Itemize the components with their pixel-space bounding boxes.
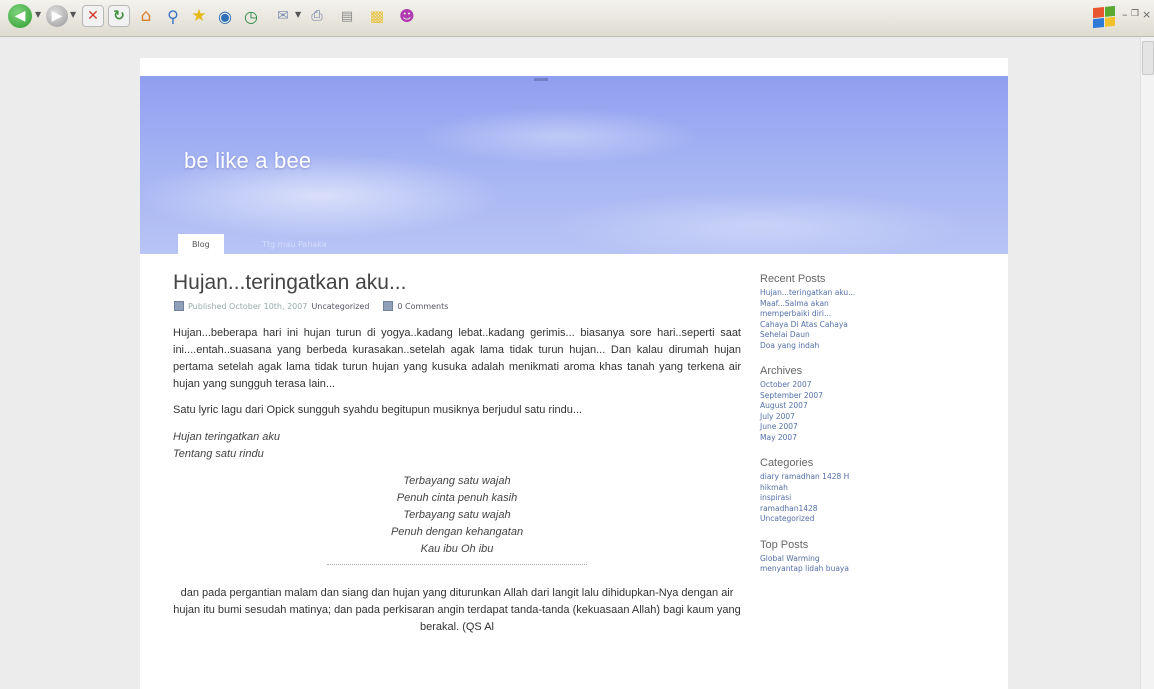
blog-page: be like a bee Blog Ttg mau Pahaka Hujan.… <box>140 58 1008 689</box>
sidebar-heading-top-posts: Top Posts <box>760 538 809 551</box>
folder-icon[interactable]: ▩ <box>366 5 388 27</box>
blog-header: be like a bee Blog Ttg mau Pahaka <box>140 76 1008 254</box>
scrollbar-thumb[interactable] <box>1142 41 1154 75</box>
favorites-icon[interactable]: ★ <box>188 5 210 27</box>
recent-post-link[interactable]: memperbaiki diri... <box>760 309 940 320</box>
poem-line: Hujan teringatkan aku <box>173 431 281 443</box>
print-icon[interactable]: ⎙ <box>306 5 328 27</box>
post-category-link[interactable]: Uncategorized <box>311 302 369 311</box>
category-link[interactable]: hikmah <box>760 483 940 494</box>
poem-line: Terbayang satu wajah <box>403 509 511 521</box>
recent-post-link[interactable]: Hujan...teringatkan aku... <box>760 288 940 299</box>
top-posts-list: Global Warming menyantap lidah buaya <box>760 554 940 575</box>
post-paragraph: Hujan...beberapa hari ini hujan turun di… <box>173 327 741 390</box>
nav-tab-blog[interactable]: Blog <box>178 234 224 254</box>
archive-link[interactable]: June 2007 <box>760 422 940 433</box>
stop-icon[interactable]: ✕ <box>82 5 104 27</box>
close-icon[interactable]: × <box>1142 8 1151 21</box>
recent-post-link[interactable]: Doa yang indah <box>760 341 940 352</box>
media-icon[interactable]: ◉ <box>214 5 236 27</box>
minimize-icon[interactable]: – <box>1122 8 1128 21</box>
category-link[interactable]: ramadhan1428 <box>760 504 940 515</box>
sidebar-heading-archives: Archives <box>760 365 803 377</box>
comments-icon <box>383 301 394 311</box>
recent-post-link[interactable]: Cahaya Di Atas Cahaya <box>760 320 940 331</box>
archive-link[interactable]: July 2007 <box>760 412 940 423</box>
mail-icon[interactable]: ✉ <box>272 5 294 27</box>
poem-line: Penuh dengan kehangatan <box>390 526 524 538</box>
post-paragraph: Satu lyric lagu dari Opick sungguh syahd… <box>173 404 583 416</box>
archive-link[interactable]: May 2007 <box>760 433 940 444</box>
top-post-link[interactable]: Global Warming <box>760 554 940 565</box>
poem-divider <box>327 564 587 565</box>
home-icon[interactable]: ⌂ <box>135 5 157 27</box>
poem-line: Kau ibu Oh ibu <box>420 543 494 555</box>
sidebar-heading-categories: Categories <box>760 457 814 469</box>
poem-line: Penuh cinta penuh kasih <box>396 492 518 504</box>
post-paragraph: dan pada pergantian malam dan siang dan … <box>173 587 741 633</box>
calendar-icon <box>174 301 184 311</box>
post-comments-link[interactable]: 0 Comments <box>397 302 448 311</box>
recent-post-link[interactable]: Maaf...Salma akan <box>760 299 940 310</box>
archive-link[interactable]: September 2007 <box>760 391 940 402</box>
poem-verse: Terbayang satu wajah Penuh cinta penuh k… <box>173 473 741 558</box>
poem-line: Terbayang satu wajah <box>403 475 511 487</box>
search-icon[interactable]: ⚲ <box>162 5 184 27</box>
recent-post-link[interactable]: Sehelai Daun <box>760 330 940 341</box>
post-content: Hujan...beberapa hari ini hujan turun di… <box>173 325 741 636</box>
archive-link[interactable]: October 2007 <box>760 380 940 391</box>
refresh-icon[interactable]: ↻ <box>108 5 130 27</box>
sidebar: Recent Posts Hujan...teringatkan aku... … <box>760 273 940 589</box>
recent-posts-list: Hujan...teringatkan aku... Maaf...Salma … <box>760 288 940 351</box>
back-icon[interactable]: ◀ <box>8 4 32 28</box>
page-scrollbar[interactable] <box>1140 37 1154 689</box>
edit-icon[interactable]: ▤ <box>336 5 358 27</box>
category-link[interactable]: inspirasi <box>760 493 940 504</box>
windows-logo-icon <box>1093 5 1115 29</box>
sidebar-heading-recent: Recent Posts <box>760 273 826 285</box>
post-date: Published October 10th, 2007 <box>188 301 308 311</box>
category-link[interactable]: Uncategorized <box>760 514 940 525</box>
restore-icon[interactable]: ❐ <box>1131 9 1139 19</box>
post-title[interactable]: Hujan...teringatkan aku... <box>173 271 406 295</box>
blog-title[interactable]: be like a bee <box>184 148 311 174</box>
forward-icon[interactable]: ▶ <box>46 5 68 27</box>
category-link[interactable]: diary ramadhan 1428 H <box>760 472 940 483</box>
poem-intro: Hujan teringatkan aku Tentang satu rindu <box>173 429 741 463</box>
post-meta: Published October 10th, 2007 Uncategoriz… <box>174 300 448 312</box>
back-dropdown-icon[interactable]: ▼ <box>35 10 43 20</box>
header-decoration <box>534 78 548 81</box>
mail-dropdown-icon[interactable]: ▼ <box>295 10 303 20</box>
nav-tab-about[interactable]: Ttg mau Pahaka <box>248 234 341 254</box>
categories-list: diary ramadhan 1428 H hikmah inspirasi r… <box>760 472 940 525</box>
archives-list: October 2007 September 2007 August 2007 … <box>760 380 940 443</box>
top-post-link[interactable]: menyantap lidah buaya <box>760 564 940 575</box>
poem-line: Tentang satu rindu <box>173 448 264 460</box>
history-icon[interactable]: ◷ <box>240 5 262 27</box>
browser-toolbar: ◀ ▼ ▶ ▼ ✕ ↻ ⌂ ⚲ ★ ◉ ◷ ✉ ▼ ⎙ ▤ ▩ ☻ – ❐ × <box>0 0 1154 37</box>
archive-link[interactable]: August 2007 <box>760 401 940 412</box>
forward-dropdown-icon[interactable]: ▼ <box>70 10 78 20</box>
messenger-icon[interactable]: ☻ <box>396 5 418 27</box>
